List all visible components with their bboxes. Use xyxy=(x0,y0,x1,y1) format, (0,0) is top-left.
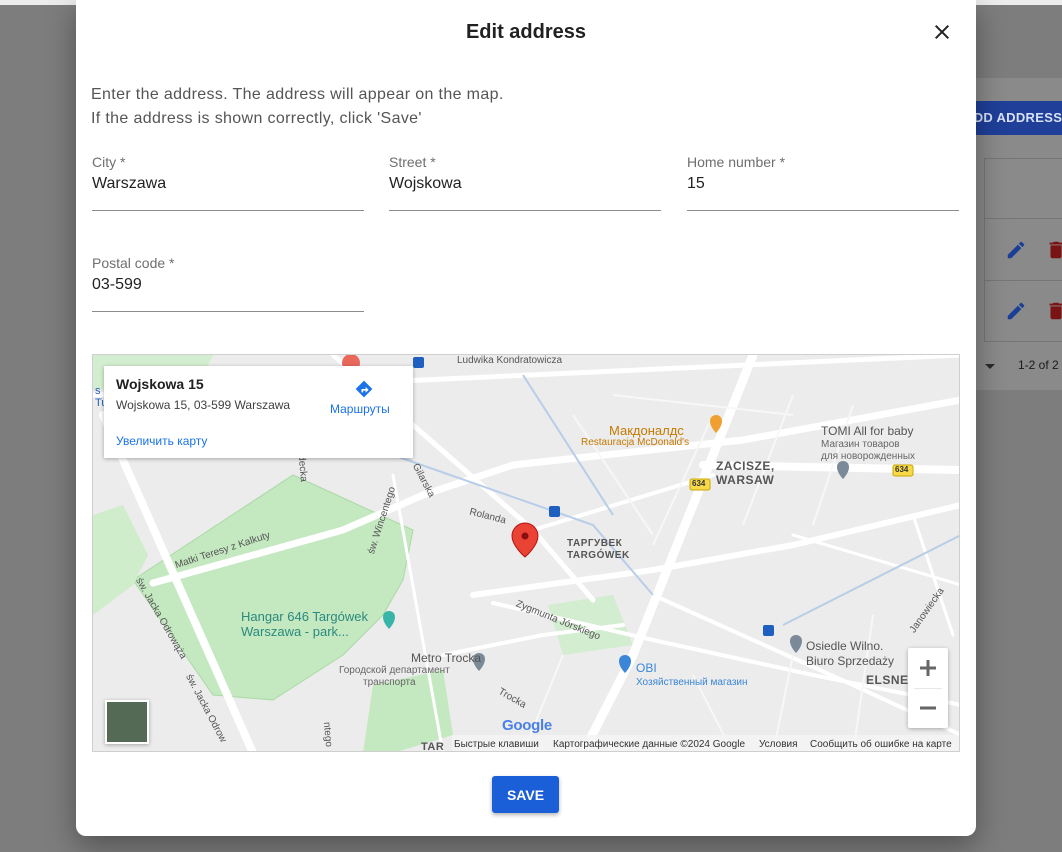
postal-code-input[interactable] xyxy=(92,273,362,297)
table-divider xyxy=(985,158,1062,159)
poi-tomi-sub1: Магазин товаров xyxy=(821,439,900,450)
district-targowek-cyrillic: ТАРГУВЕК xyxy=(567,538,623,549)
keyboard-shortcuts-link[interactable]: Быстрые клавиши xyxy=(454,739,539,750)
edit-icon[interactable] xyxy=(1005,239,1027,261)
poi-metro-trocka: Metro Trocka xyxy=(411,651,482,665)
table-column-divider xyxy=(984,158,985,342)
poi-hangar-sub: Warszawa - park... xyxy=(241,624,349,639)
street-input[interactable] xyxy=(389,172,659,196)
directions-link[interactable]: Маршруты xyxy=(330,402,390,416)
instruction-line-1: Enter the address. The address will appe… xyxy=(91,86,504,103)
poi-metro-trocka-sub2: транспорта xyxy=(363,677,416,688)
city-field: City * xyxy=(92,154,364,211)
report-error-link[interactable]: Сообщить об ошибке на карте xyxy=(810,739,952,750)
enlarge-map-link[interactable]: Увеличить карту xyxy=(116,434,207,448)
poi-mcdonalds-sub: Restauracja McDonald's xyxy=(581,437,690,448)
delete-icon[interactable] xyxy=(1045,239,1062,261)
poi-tomi-sub2: для новорожденных xyxy=(821,451,916,462)
directions-icon[interactable] xyxy=(354,379,374,399)
partial-label-tar: TAR xyxy=(421,741,445,752)
place-info-card: Wojskowa 15 Wojskowa 15, 03-599 Warszawa… xyxy=(104,366,413,458)
instructions: Enter the address. The address will appe… xyxy=(91,83,504,131)
district-elsner: ELSNE xyxy=(866,673,909,687)
satellite-toggle-thumbnail[interactable] xyxy=(105,700,149,744)
district-targowek: TARGÓWEK xyxy=(567,550,630,561)
delete-icon[interactable] xyxy=(1045,300,1062,322)
route-number-634: 634 xyxy=(692,479,706,488)
table-divider xyxy=(985,341,1062,342)
city-input[interactable] xyxy=(92,172,362,196)
poi-obi-sub: Хозяйственный магазин xyxy=(636,677,748,688)
partial-label-left-2: s xyxy=(95,385,101,397)
zoom-control xyxy=(908,648,948,728)
home-number-input[interactable] xyxy=(687,172,957,196)
rows-per-page-dropdown[interactable] xyxy=(985,364,995,369)
close-icon[interactable] xyxy=(930,20,954,44)
partial-label-decka: decka xyxy=(295,454,309,483)
zoom-in-icon[interactable] xyxy=(908,648,948,688)
poi-osiedle-wilno-sub: Biuro Sprzedaży xyxy=(806,654,895,668)
place-title: Wojskowa 15 xyxy=(116,376,204,392)
postal-code-label: Postal code * xyxy=(92,255,175,271)
poi-mcdonalds: Макдоналдс xyxy=(609,423,684,438)
partial-label-ntego: ntego xyxy=(320,721,335,748)
table-divider xyxy=(985,280,1062,281)
poi-obi: OBI xyxy=(636,661,657,675)
google-logo-text: Google xyxy=(502,717,552,734)
edit-address-dialog: Edit address Enter the address. The addr… xyxy=(76,0,976,836)
street-label-kondratowicza: Ludwika Kondratowicza xyxy=(457,355,563,366)
dialog-title: Edit address xyxy=(465,21,587,43)
poi-hangar: Hangar 646 Targówek xyxy=(241,609,368,624)
route-number-634-east: 634 xyxy=(895,465,909,474)
poi-tomi: TOMI All for baby xyxy=(821,424,914,438)
google-logo: Google xyxy=(502,717,552,734)
street-label: Street * xyxy=(389,154,436,170)
home-number-field: Home number * xyxy=(687,154,959,211)
district-zacisze-city: WARSAW xyxy=(716,473,775,487)
terms-link[interactable]: Условия xyxy=(759,739,798,750)
save-button[interactable]: SAVE xyxy=(492,776,559,813)
street-field: Street * xyxy=(389,154,661,211)
poi-osiedle-wilno: Osiedle Wilno. xyxy=(806,639,884,653)
poi-metro-trocka-sub1: Городской департамент xyxy=(339,665,450,676)
map-attribution-bar: Быстрые клавиши Картографические данные … xyxy=(452,735,959,751)
city-label: City * xyxy=(92,154,126,170)
zoom-out-icon[interactable] xyxy=(908,688,948,728)
district-zacisze: ZACISZE, xyxy=(716,459,775,473)
map-data-attribution: Картографические данные ©2024 Google xyxy=(553,739,746,750)
instruction-line-2: If the address is shown correctly, click… xyxy=(91,110,422,127)
edit-icon[interactable] xyxy=(1005,300,1027,322)
postal-code-field: Postal code * xyxy=(92,255,364,312)
map-view[interactable]: Ludwika Kondratowicza Макдоналдс Restaur… xyxy=(92,354,960,752)
home-number-label: Home number * xyxy=(687,154,786,170)
pagination-range: 1-2 of 2 xyxy=(1018,358,1059,372)
table-divider xyxy=(985,218,1062,219)
place-address: Wojskowa 15, 03-599 Warszawa xyxy=(116,398,291,412)
